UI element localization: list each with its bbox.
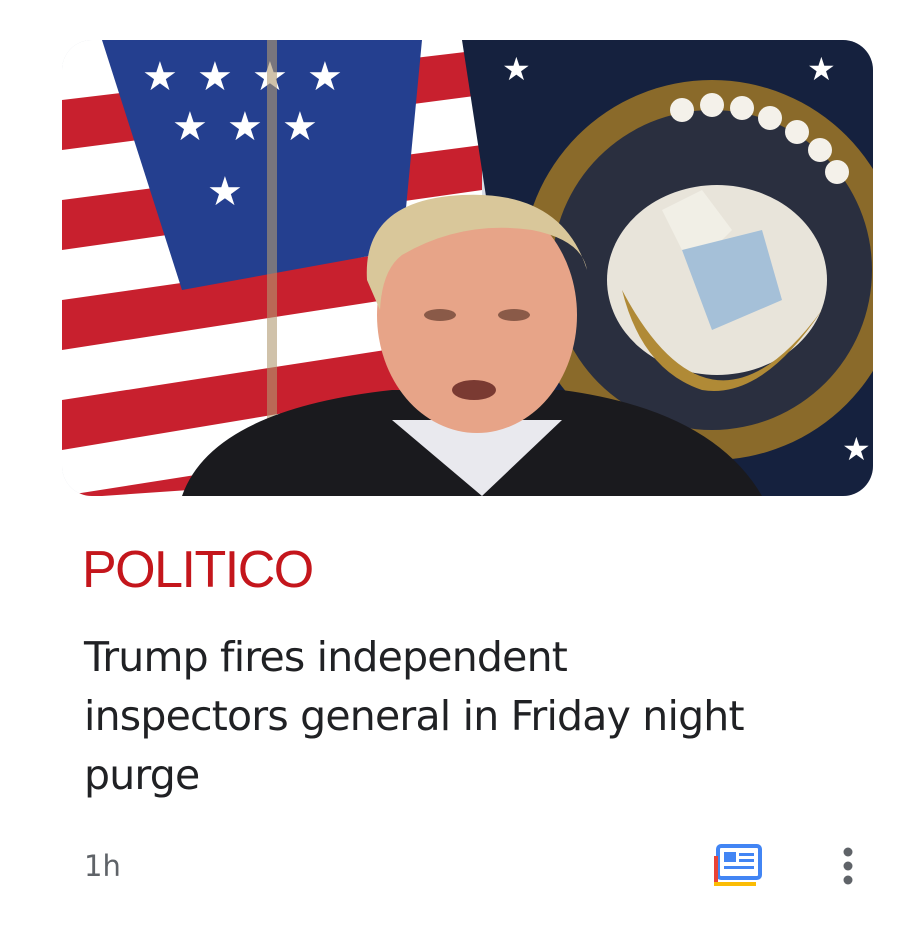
svg-text:★: ★ xyxy=(197,55,233,99)
svg-text:★: ★ xyxy=(207,170,243,214)
svg-text:★: ★ xyxy=(142,55,178,99)
article-thumbnail[interactable]: ★ ★ ★ ★ ★ ★ ★ ★ ★ ★ xyxy=(62,40,873,496)
svg-text:★: ★ xyxy=(172,105,208,149)
thumbnail-photo: ★ ★ ★ ★ ★ ★ ★ ★ ★ ★ xyxy=(62,40,873,496)
svg-text:★: ★ xyxy=(307,55,343,99)
svg-text:★: ★ xyxy=(282,105,318,149)
svg-text:★: ★ xyxy=(807,51,836,87)
svg-text:★: ★ xyxy=(842,431,871,467)
published-time: 1h xyxy=(84,849,121,883)
more-options-button[interactable] xyxy=(830,842,866,890)
google-news-icon[interactable] xyxy=(710,844,766,888)
news-card[interactable]: ★ ★ ★ ★ ★ ★ ★ ★ ★ ★ POLITICO Trump fires… xyxy=(0,0,905,937)
article-headline[interactable]: Trump fires independent inspectors gener… xyxy=(84,628,844,805)
svg-text:★: ★ xyxy=(227,105,263,149)
source-name[interactable]: POLITICO xyxy=(82,542,314,598)
svg-text:★: ★ xyxy=(502,51,531,87)
more-vert-icon xyxy=(843,847,853,885)
